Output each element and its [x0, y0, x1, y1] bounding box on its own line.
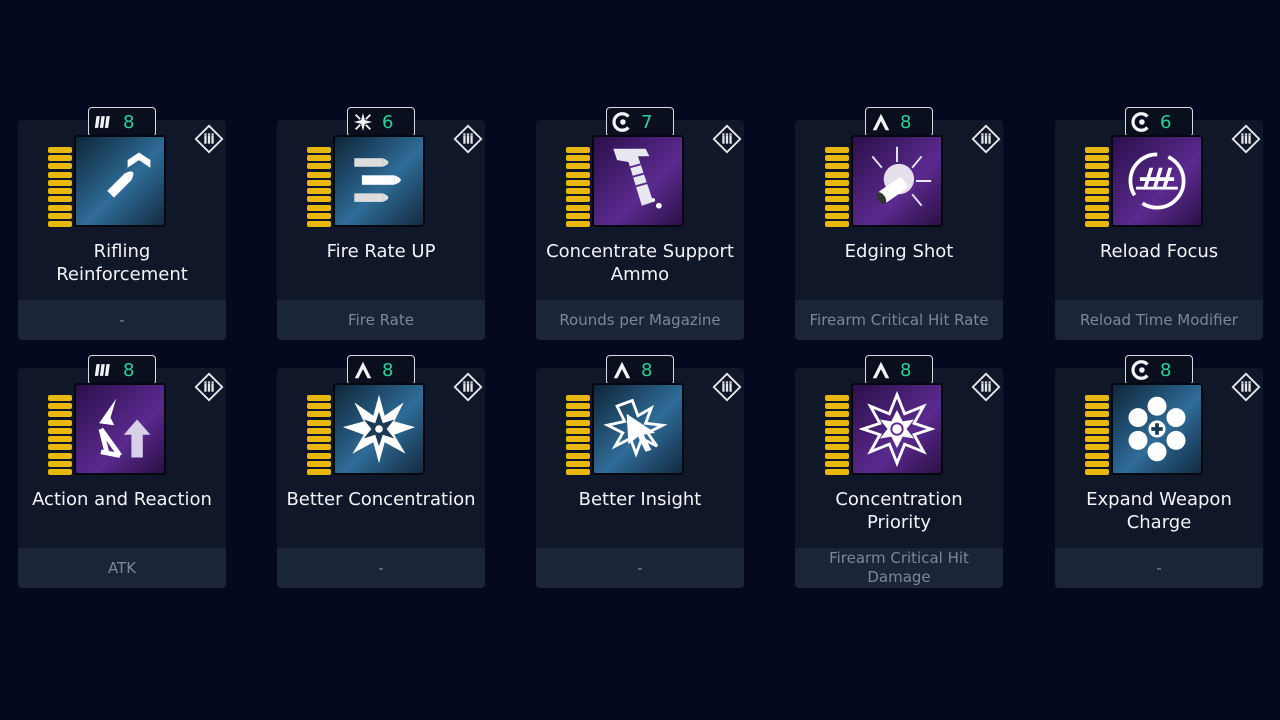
enhancement-level-bars — [48, 147, 72, 227]
capacity-cost: 8 — [1160, 359, 1172, 381]
rifling-socket-icon — [89, 108, 119, 136]
chevron-socket-icon — [348, 356, 378, 384]
module-menu-icon[interactable] — [192, 370, 226, 404]
module-card[interactable]: 6 Fire Rate UP Fire Rate — [277, 107, 485, 340]
socket-cost-badge: 7 — [606, 107, 674, 137]
module-menu-icon[interactable] — [1229, 122, 1263, 156]
rifling-bullet-icon — [74, 135, 166, 227]
module-menu-icon[interactable] — [710, 370, 744, 404]
star-socket-icon — [348, 108, 378, 136]
socket-cost-badge: 8 — [865, 355, 933, 385]
module-card[interactable]: 8 Action and Reaction ATK — [18, 355, 226, 588]
cursor-burst-icon — [592, 383, 684, 475]
module-name: Expand Weapon Charge — [1086, 489, 1232, 533]
crescent-socket-icon — [1126, 356, 1156, 384]
socket-cost-badge: 8 — [865, 107, 933, 137]
enhancement-level-bars — [48, 395, 72, 475]
arrows-icon — [74, 383, 166, 475]
socket-cost-badge: 8 — [606, 355, 674, 385]
capacity-cost: 8 — [900, 359, 912, 381]
module-menu-icon[interactable] — [451, 370, 485, 404]
module-stat: ATK — [18, 548, 226, 588]
enhancement-level-bars — [825, 147, 849, 227]
module-stat: Firearm Critical Hit Rate — [795, 300, 1003, 340]
module-card[interactable]: 8 Concentration Priority Firearm Critical … — [795, 355, 1003, 588]
crescent-socket-icon — [1126, 108, 1156, 136]
capacity-cost: 8 — [900, 111, 912, 133]
module-menu-icon[interactable] — [969, 370, 1003, 404]
module-menu-icon[interactable] — [1229, 370, 1263, 404]
module-menu-icon[interactable] — [969, 122, 1003, 156]
spiked-star-icon — [851, 383, 943, 475]
enhancement-level-bars — [1085, 395, 1109, 475]
module-menu-icon[interactable] — [192, 122, 226, 156]
enhancement-level-bars — [825, 395, 849, 475]
capacity-cost: 7 — [641, 111, 653, 133]
module-card[interactable]: 8 Expand Weapon Charge - — [1055, 355, 1263, 588]
module-name: Rifling Reinforcement — [56, 241, 188, 285]
module-name: Action and Reaction — [32, 489, 212, 510]
crescent-socket-icon — [607, 108, 637, 136]
chevron-socket-icon — [866, 108, 896, 136]
module-card[interactable]: 8 Rifling Reinforcement - — [18, 107, 226, 340]
module-name: Fire Rate UP — [326, 241, 436, 262]
socket-cost-badge: 8 — [88, 107, 156, 137]
module-menu-icon[interactable] — [451, 122, 485, 156]
module-stat: - — [1055, 548, 1263, 588]
module-card[interactable]: 7 Concentrate Support Ammo Rounds per Maga… — [536, 107, 744, 340]
starburst-icon — [333, 383, 425, 475]
module-name: Edging Shot — [844, 241, 954, 262]
revolver-cylinder-icon — [1111, 383, 1203, 475]
module-name: Better Insight — [578, 489, 702, 510]
module-stat: - — [536, 548, 744, 588]
enhancement-level-bars — [1085, 147, 1109, 227]
module-stat: Reload Time Modifier — [1055, 300, 1263, 340]
socket-cost-badge: 6 — [1125, 107, 1193, 137]
module-name: Concentration Priority — [835, 489, 963, 533]
capacity-cost: 8 — [641, 359, 653, 381]
module-card[interactable]: 6 Reload Focus Reload Time Modifier — [1055, 107, 1263, 340]
enhancement-level-bars — [307, 147, 331, 227]
capacity-cost: 6 — [382, 111, 394, 133]
module-stat: Fire Rate — [277, 300, 485, 340]
rifling-socket-icon — [89, 356, 119, 384]
three-bullets-icon — [333, 135, 425, 227]
reload-rounds-icon — [1111, 135, 1203, 227]
enhancement-level-bars — [307, 395, 331, 475]
module-name: Better Concentration — [286, 489, 476, 510]
magazine-icon — [592, 135, 684, 227]
module-stat: - — [277, 548, 485, 588]
socket-cost-badge: 8 — [88, 355, 156, 385]
socket-cost-badge: 8 — [1125, 355, 1193, 385]
module-stat: Firearm Critical Hit Damage — [795, 548, 1003, 588]
socket-cost-badge: 6 — [347, 107, 415, 137]
module-grid: 8 Rifling Reinforcement - 6 Fire Rate UP Fire… — [0, 0, 1280, 720]
module-stat: - — [18, 300, 226, 340]
capacity-cost: 8 — [123, 359, 135, 381]
module-card[interactable]: 8 Better Concentration - — [277, 355, 485, 588]
module-name: Reload Focus — [1099, 241, 1219, 262]
module-card[interactable]: 8 Edging Shot Firearm Critical Hit Rate — [795, 107, 1003, 340]
module-name: Concentrate Support Ammo — [546, 241, 734, 285]
shell-burst-icon — [851, 135, 943, 227]
chevron-socket-icon — [607, 356, 637, 384]
capacity-cost: 8 — [382, 359, 394, 381]
enhancement-level-bars — [566, 147, 590, 227]
capacity-cost: 6 — [1160, 111, 1172, 133]
enhancement-level-bars — [566, 395, 590, 475]
module-stat: Rounds per Magazine — [536, 300, 744, 340]
module-card[interactable]: 8 Better Insight - — [536, 355, 744, 588]
socket-cost-badge: 8 — [347, 355, 415, 385]
capacity-cost: 8 — [123, 111, 135, 133]
module-menu-icon[interactable] — [710, 122, 744, 156]
chevron-socket-icon — [866, 356, 896, 384]
